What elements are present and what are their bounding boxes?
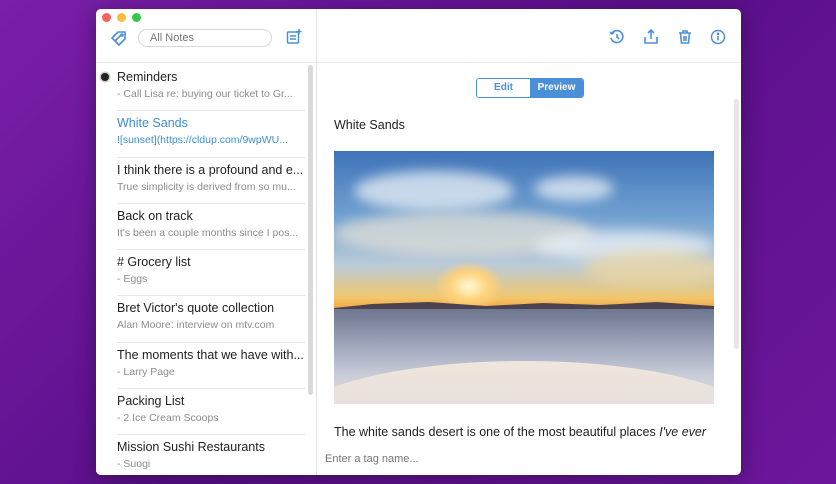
note-title: White Sands bbox=[117, 116, 188, 131]
note-body-text: The white sands desert is one of the mos… bbox=[334, 425, 706, 439]
edit-tab[interactable]: Edit bbox=[477, 79, 530, 97]
note-title: I think there is a profound and e... bbox=[117, 162, 304, 177]
editor-pane: Edit Preview White Sands The white sands… bbox=[317, 9, 741, 475]
body-italic-text: I've ever bbox=[659, 425, 707, 439]
note-list-item[interactable]: Back on track It's been a couple months s… bbox=[117, 204, 305, 251]
history-icon[interactable] bbox=[609, 29, 625, 50]
note-snippet: - 2 Ice Cream Scoops bbox=[117, 412, 219, 425]
new-note-icon[interactable] bbox=[286, 29, 302, 50]
sidebar-scrollbar[interactable] bbox=[308, 65, 313, 395]
editor-scrollbar[interactable] bbox=[734, 99, 739, 349]
note-title: Back on track bbox=[117, 208, 193, 223]
note-title: The moments that we have with... bbox=[117, 347, 304, 362]
sidebar-header bbox=[96, 9, 316, 63]
note-snippet: - Eggs bbox=[117, 273, 148, 286]
tags-icon[interactable] bbox=[110, 30, 128, 51]
note-title: Mission Sushi Restaurants bbox=[117, 440, 265, 455]
share-icon[interactable] bbox=[643, 28, 659, 50]
window-controls bbox=[102, 13, 141, 22]
note-list-item[interactable]: Packing List - 2 Ice Cream Scoops bbox=[117, 389, 305, 436]
note-snippet: ![sunset](https://cldup.com/9wpWU... bbox=[117, 134, 288, 147]
edit-preview-toggle: Edit Preview bbox=[476, 78, 584, 98]
sidebar: Reminders - Call Lisa re: buying our tick… bbox=[96, 9, 317, 475]
note-list-item[interactable]: The moments that we have with... - Larry … bbox=[117, 343, 305, 390]
zoom-window-button[interactable] bbox=[132, 13, 141, 22]
note-snippet: It's been a couple months since I pos... bbox=[117, 226, 299, 239]
note-list-item[interactable]: Bret Victor's quote collection Alan Moore… bbox=[117, 296, 305, 343]
note-heading: White Sands bbox=[334, 118, 405, 132]
note-list-item[interactable]: # Grocery list - Eggs bbox=[117, 250, 305, 297]
preview-tab[interactable]: Preview bbox=[530, 79, 583, 97]
note-title: # Grocery list bbox=[117, 255, 191, 270]
note-snippet: - Larry Page bbox=[117, 365, 175, 378]
trash-icon[interactable] bbox=[677, 29, 693, 50]
note-snippet: True simplicity is derived from so mu... bbox=[117, 180, 296, 193]
notes-list: Reminders - Call Lisa re: buying our tick… bbox=[96, 65, 308, 475]
note-list-item[interactable]: Mission Sushi Restaurants - Suogi bbox=[117, 435, 305, 475]
app-window: Reminders - Call Lisa re: buying our tick… bbox=[96, 9, 741, 475]
search-input[interactable] bbox=[138, 29, 272, 47]
note-snippet: - Call Lisa re: buying our ticket to Gr.… bbox=[117, 88, 293, 100]
minimize-window-button[interactable] bbox=[117, 13, 126, 22]
note-title: Packing List bbox=[117, 394, 185, 409]
close-window-button[interactable] bbox=[102, 13, 111, 22]
note-list-item-active[interactable]: White Sands ![sunset](https://cldup.com/9… bbox=[117, 111, 305, 158]
selected-dot-icon bbox=[101, 73, 109, 81]
info-icon[interactable] bbox=[710, 29, 726, 50]
sunset-image bbox=[334, 151, 714, 404]
tag-input[interactable] bbox=[325, 453, 625, 465]
note-snippet: Alan Moore: interview on mtv.com bbox=[117, 319, 275, 332]
body-text: The white sands desert is one of the mos… bbox=[334, 425, 660, 439]
note-title: Reminders bbox=[117, 70, 178, 84]
note-list-item[interactable]: I think there is a profound and e... True… bbox=[117, 158, 305, 204]
note-snippet: - Suogi bbox=[117, 458, 151, 471]
note-list-item[interactable]: Reminders - Call Lisa re: buying our tick… bbox=[101, 65, 305, 112]
note-title: Bret Victor's quote collection bbox=[117, 301, 275, 316]
editor-toolbar bbox=[317, 9, 741, 63]
